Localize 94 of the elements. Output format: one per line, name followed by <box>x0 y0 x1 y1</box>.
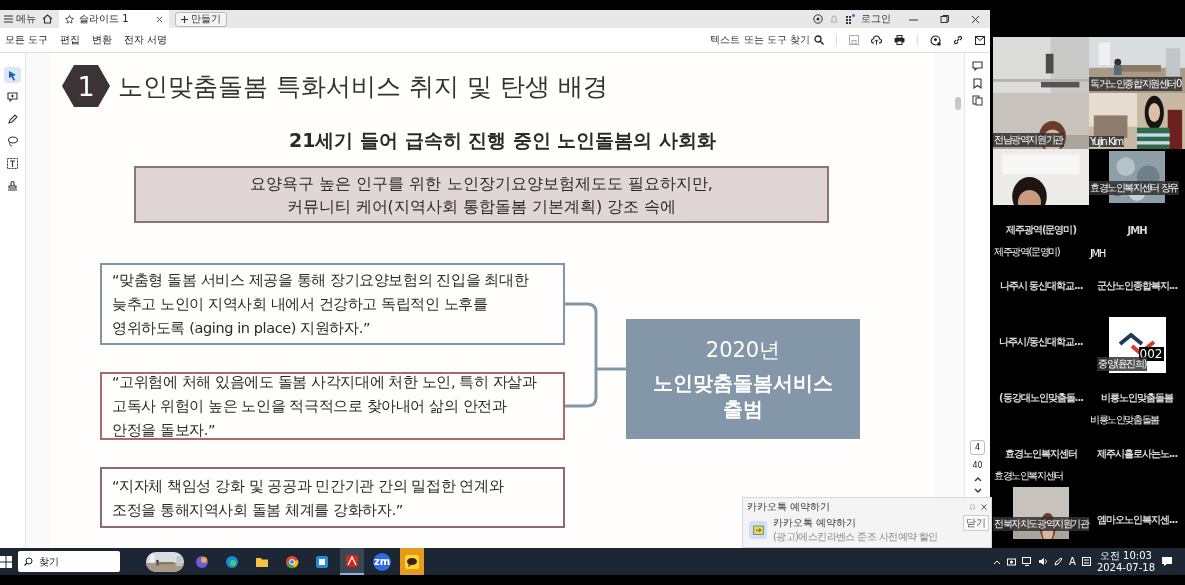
document-tab[interactable]: 슬라이드 1 <box>59 10 169 28</box>
slide-subtitle: 21세기 들어 급속히 진행 중인 노인돌봄의 사회화 <box>287 128 718 153</box>
create-button[interactable]: 만들기 <box>175 11 227 27</box>
chevron-down-icon[interactable] <box>973 488 982 494</box>
tab-title: 슬라이드 1 <box>79 12 129 26</box>
participant-name: 나주시/동신대학교... <box>999 335 1083 349</box>
quote-box: “지자체 책임성 강화 및 공공과 민간기관 간의 밀접한 연계와 조정을 통해지역사회 돌봄 체계를 강화하자.” <box>100 467 565 528</box>
result-text: 노인맞춤돌봄서비스 출범 <box>653 370 833 422</box>
taskbar-search-field[interactable]: 찾기 <box>18 551 120 572</box>
acrobat-app-icon[interactable] <box>345 553 359 568</box>
participant-name: 비룡노인맞춤돌봄 <box>1101 391 1173 405</box>
menu-button[interactable]: 메뉴 <box>4 12 36 26</box>
mail-icon[interactable] <box>975 35 985 45</box>
page-count: 40 <box>972 461 983 470</box>
camera-icon[interactable] <box>1007 557 1017 566</box>
page-number-field[interactable]: 4 <box>970 440 985 455</box>
close-notification-button[interactable]: 닫기 <box>963 515 989 531</box>
bookmark-icon[interactable] <box>972 78 983 89</box>
chevron-up-icon[interactable] <box>973 476 982 482</box>
input-method-indicator[interactable]: A <box>1069 556 1076 567</box>
participant-label: 효경노인복지센터 <box>993 469 1064 483</box>
copilot-app-icon[interactable] <box>195 554 209 569</box>
text-select-icon <box>6 156 19 170</box>
maximize-icon[interactable] <box>940 14 949 24</box>
notification-message: (광고)에스킨라벤스 준조 사전예약 할인 <box>773 530 938 544</box>
pen-icon[interactable] <box>1054 557 1064 566</box>
context-banner: 요양욕구 높은 인구를 위한 노인장기요양보험제도도 필요하지만, 커뮤니티 케어(지역사회 통합돌봄 기본계획) 강조 속에 <box>134 166 829 223</box>
comment-icon <box>6 90 19 104</box>
plus-icon <box>181 15 188 23</box>
calendar-icon <box>752 525 764 535</box>
pen-icon <box>6 112 19 126</box>
notification-icon[interactable] <box>1161 556 1173 567</box>
participant-name: 나주시 동신대학교... <box>999 279 1083 293</box>
section-number: 1 <box>62 65 110 107</box>
scrollbar-thumb[interactable] <box>955 97 961 110</box>
participant-label: 비룡노인맞춤돌봄 <box>1089 413 1160 427</box>
close-icon[interactable] <box>981 503 987 510</box>
quote-box: “맞춤형 돌봄 서비스 제공을 통해 장기요양보험의 진입을 최대한 늦추고 노인이 지역사회 내에서 건강하고 독립적인 노후를 영위하도록 (aging in place) 지원하자.” <box>100 263 565 345</box>
tool-search-button[interactable]: 텍스트 또는 도구 찾기 <box>710 33 824 47</box>
close-icon[interactable] <box>971 14 980 24</box>
participant-name: 제주시홀로사는노... <box>1096 447 1178 461</box>
home-icon[interactable] <box>42 14 53 24</box>
toolbar-menu[interactable]: 편집 <box>60 33 81 47</box>
search-icon <box>814 35 824 45</box>
participant-label: 효경노인복지센터 장유 <box>1089 181 1179 195</box>
windows-start-icon[interactable] <box>0 555 12 568</box>
login-button[interactable]: 로그인 <box>861 12 903 26</box>
menu-icon <box>4 15 13 23</box>
toolbar-menu[interactable]: 전자 서명 <box>124 33 168 47</box>
comment-icon[interactable] <box>972 61 983 72</box>
chevron-up-icon[interactable] <box>993 558 1002 565</box>
participant-name: 엠마오노인복지센... <box>1096 513 1178 527</box>
print-icon[interactable] <box>894 35 905 45</box>
participant-label: 전남광역지원기관 <box>993 133 1064 147</box>
search-icon <box>24 557 33 566</box>
chat-bubble-app-icon[interactable] <box>405 554 419 569</box>
participant-name: 제주광역(문영미) <box>1005 223 1077 237</box>
share-icon[interactable] <box>930 34 941 46</box>
stamp-icon <box>6 178 19 192</box>
participant-label: 독거노인종합지원센터0 <box>1089 77 1182 91</box>
chrome-app-icon[interactable] <box>285 554 299 569</box>
star-icon <box>65 14 74 24</box>
participant-name: (동강대노인맞춤돌... <box>999 391 1083 405</box>
link-icon[interactable] <box>953 35 963 45</box>
participant-label: JMH <box>1089 248 1106 259</box>
network-icon[interactable] <box>1022 557 1033 566</box>
toolbar-menu[interactable]: 모든 도구 <box>5 33 49 47</box>
result-year: 2020년 <box>705 337 781 364</box>
clock[interactable]: 오전 10:03 2024-07-18 <box>1096 549 1155 574</box>
quote-box: “고위험에 처해 있음에도 돌봄 사각지대에 처한 노인, 특히 자살과 고독사 위험이 높은 노인을 적극적으로 찾아내어 삶의 안전과 안정을 돌보자.” <box>100 372 565 440</box>
participant-name: 효경노인복지센터 <box>1005 447 1077 461</box>
help-icon[interactable] <box>813 14 823 24</box>
participant-label: 전북자치도광역지원기관 <box>993 517 1089 531</box>
participant-label: 중앙(윤진희) <box>1097 357 1147 371</box>
slide-title: 노인맞춤돌봄 특화서비스 취지 및 탄생 배경 <box>118 70 608 103</box>
close-icon[interactable] <box>156 15 163 23</box>
lasso-icon <box>6 134 19 148</box>
tool-button[interactable] <box>4 89 21 105</box>
zoom-app-icon[interactable]: zm <box>373 552 391 571</box>
volume-icon[interactable] <box>1038 557 1049 566</box>
participant-label: Yujin Kim <box>1089 136 1124 147</box>
apps-icon[interactable] <box>845 14 855 24</box>
keyboard-icon[interactable] <box>1081 557 1091 566</box>
cloud-upload-icon[interactable] <box>871 35 882 45</box>
edge-app-icon[interactable] <box>225 554 239 569</box>
participant-name: 군산노인종합복지... <box>1096 279 1178 293</box>
toolbar-menu[interactable]: 변환 <box>92 33 113 47</box>
store-app-icon[interactable] <box>315 554 329 569</box>
participant-name: JMH <box>1127 224 1147 236</box>
tool-button[interactable] <box>4 155 21 171</box>
notification-title: 카카오톡 예약하기 <box>773 516 858 530</box>
participant-label: 제주광역(문영미) <box>993 245 1061 259</box>
pages-icon[interactable] <box>972 95 983 106</box>
notification-header: 카카오톡 예약하기 <box>747 499 831 514</box>
